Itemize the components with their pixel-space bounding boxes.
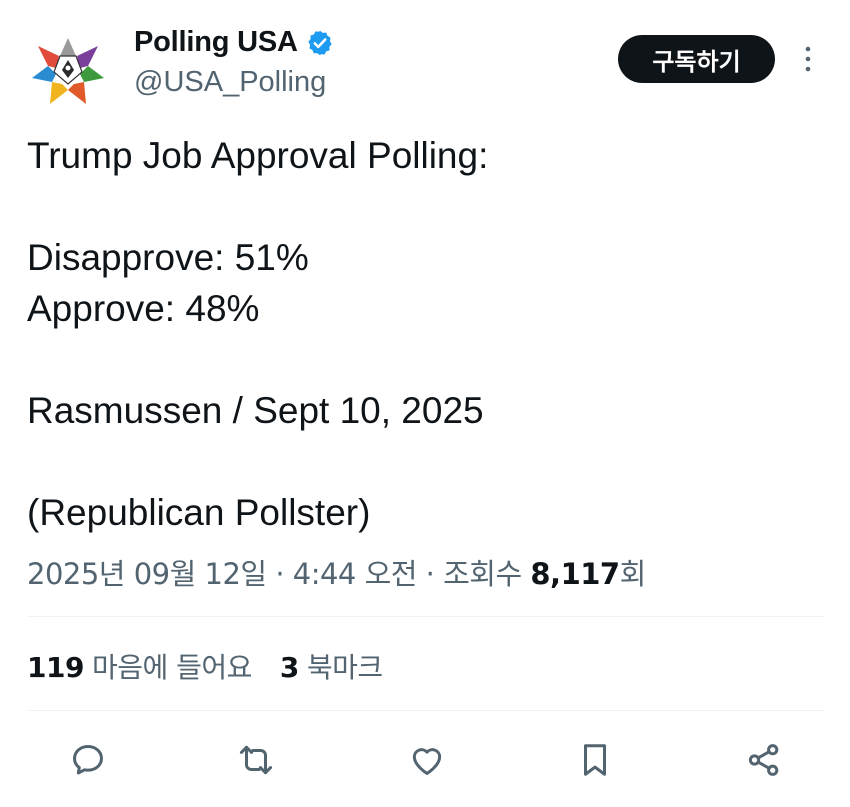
bookmark-icon[interactable] (573, 738, 617, 782)
tweet-meta: 2025년 09월 12일 · 4:44 오전 · 조회수 8,117회 (27, 557, 647, 591)
tweet-line (27, 436, 827, 487)
bookmarks-count: 3 (279, 651, 299, 684)
avatar[interactable] (30, 34, 106, 108)
likes-stat[interactable]: 119 마음에 들어요 (27, 646, 252, 686)
tweet-time[interactable]: 4:44 오전 (293, 557, 418, 591)
bookmarks-stat[interactable]: 3 북마크 (280, 646, 383, 686)
reply-icon[interactable] (66, 738, 110, 782)
divider (27, 710, 825, 711)
divider (27, 616, 825, 617)
share-icon[interactable] (742, 738, 786, 782)
bookmarks-label: 북마크 (306, 651, 383, 684)
views-suffix: 회 (619, 557, 647, 591)
likes-label: 마음에 들어요 (91, 651, 252, 684)
likes-count: 119 (27, 651, 84, 684)
star-logo-icon (32, 36, 104, 104)
subscribe-button[interactable]: 구독하기 (618, 35, 775, 83)
views-label: 조회수 (443, 557, 522, 591)
tweet-date[interactable]: 2025년 09월 12일 (27, 557, 267, 591)
account-name[interactable]: Polling USA (134, 26, 298, 59)
verified-badge-icon (306, 29, 334, 57)
tweet-line (27, 181, 827, 232)
account-handle[interactable]: @USA_Polling (134, 66, 326, 99)
retweet-icon[interactable] (234, 738, 278, 782)
like-icon[interactable] (405, 738, 449, 782)
tweet-line: Rasmussen / Sept 10, 2025 (27, 390, 484, 431)
engagement-stats: 119 마음에 들어요 3 북마크 (27, 646, 383, 686)
tweet-line: Disapprove: 51% (27, 237, 309, 278)
tweet-header: Polling USA @USA_Polling 구독하기 (0, 0, 850, 120)
tweet-line: Trump Job Approval Polling: (27, 135, 489, 176)
views-count: 8,117 (530, 557, 620, 591)
tweet-line: (Republican Pollster) (27, 492, 371, 533)
tweet-line: Approve: 48% (27, 288, 260, 329)
tweet-line (27, 334, 827, 385)
more-vertical-icon[interactable] (796, 42, 820, 76)
tweet-text: Trump Job Approval Polling: Disapprove: … (27, 130, 827, 538)
